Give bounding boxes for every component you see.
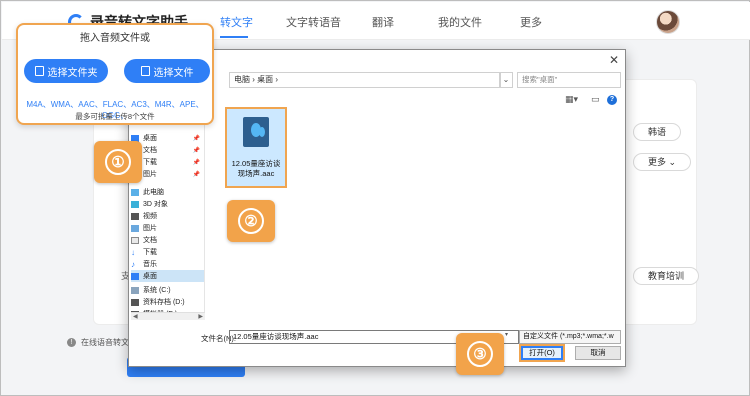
music-icon: ♪ [131, 259, 135, 269]
filename-value: 12.05量座访谈现场声.aac [233, 332, 319, 341]
folder-icon [34, 66, 44, 76]
nav-pane-item[interactable]: 3D 对象 [131, 198, 204, 210]
nav-pane-item[interactable]: 此电脑 [131, 186, 204, 198]
close-icon[interactable]: ✕ [609, 53, 619, 67]
video-icon [131, 212, 139, 220]
pin-icon: 📌 [192, 159, 200, 166]
help-icon[interactable]: ? [607, 95, 617, 105]
audio-file-item[interactable]: 12.05量座访谈现场声.aac [225, 107, 287, 188]
filetype-select[interactable]: 自定义文件 (*.mp3;*.wma;*.w [519, 330, 621, 344]
user-avatar[interactable] [656, 10, 680, 34]
address-path: 电脑 › 桌面 › [234, 75, 278, 84]
info-icon: ! [67, 338, 76, 347]
nav-pane-item-selected[interactable]: 桌面 [131, 270, 204, 282]
computer-icon [131, 188, 139, 196]
3d-object-icon [131, 200, 139, 208]
nav-translate[interactable]: 翻译 [372, 14, 394, 30]
chevron-down-icon[interactable]: ▾ [505, 331, 508, 338]
download-icon: ↓ [131, 247, 135, 257]
nav-more[interactable]: 更多 [520, 14, 542, 30]
nav-pane-item[interactable]: 桌面 📌 [131, 132, 204, 144]
select-file-button[interactable]: 选择文件 [124, 59, 210, 83]
drive-icon [131, 298, 139, 306]
category-education-button[interactable]: 教育培训 [633, 267, 700, 285]
more-languages-button[interactable]: 更多 ⌄ [633, 153, 692, 171]
search-input[interactable]: 搜索"桌面" [517, 72, 621, 88]
step-badge-1: ① [94, 141, 142, 183]
active-tab-indicator [220, 36, 248, 38]
nav-pane-item[interactable]: 系统 (C:) [131, 284, 204, 296]
open-button[interactable]: 打开(O) [519, 344, 565, 362]
nav-pane-item[interactable]: 资料存档 (D:) [131, 296, 204, 308]
upload-limit: 最多可批量上传8个文件 [75, 112, 155, 121]
pin-icon: 📌 [192, 147, 200, 154]
nav-pane-scrollbar[interactable]: ◀ ▶ [131, 312, 205, 320]
file-name-label: 12.05量座访谈现场声.aac [231, 159, 281, 178]
nav-pane-item[interactable]: ♪ 音乐 [131, 258, 204, 270]
select-file-label: 选择文件 [153, 67, 194, 79]
audio-file-icon [243, 117, 269, 147]
nav-text-to-speech[interactable]: 文字转语音 [286, 14, 341, 30]
file-icon [140, 66, 150, 76]
document-icon [131, 236, 139, 244]
refresh-icon[interactable]: ⌄ [499, 72, 513, 88]
more-label: 更多 [648, 157, 667, 167]
pin-icon: 📌 [192, 171, 200, 178]
nav-pane-item[interactable]: 图片 [131, 222, 204, 234]
navigation-pane: 桌面📌 文档📌 ↓下载📌 图片📌 此电脑 3D 对象 视频 图片 文档 ↓下载 … [131, 110, 205, 320]
address-bar[interactable]: 电脑 › 桌面 › [229, 72, 501, 88]
step-badge-3: ③ [456, 333, 504, 375]
nav-my-files[interactable]: 我的文件 [438, 14, 482, 30]
search-placeholder: 搜索"桌面" [522, 75, 558, 84]
nav-pane-item[interactable]: 视频 [131, 210, 204, 222]
desktop-icon [131, 272, 139, 280]
picture-icon [131, 224, 139, 232]
scroll-left-icon[interactable]: ◀ [133, 313, 138, 320]
footer-info: ! 在线语音转文字 [67, 337, 137, 348]
dropzone-title: 拖入音频文件或 [80, 33, 150, 44]
cancel-button[interactable]: 取消 [575, 346, 621, 360]
nav-transcribe[interactable]: 转文字 [220, 14, 253, 30]
select-folder-label: 选择文件夹 [47, 67, 98, 79]
step-badge-2: ② [227, 200, 275, 242]
view-options-icon[interactable]: ▦▾ [565, 94, 578, 105]
select-folder-button[interactable]: 选择文件夹 [24, 59, 108, 83]
preview-pane-icon[interactable]: ▭ [591, 94, 600, 105]
nav-pane-item[interactable]: ↓ 下载 [131, 246, 204, 258]
nav-pane-item[interactable]: 文档 [131, 234, 204, 246]
filetype-value: 自定义文件 (*.mp3;*.wma;*.w [523, 333, 614, 340]
drive-icon [131, 286, 139, 294]
language-korean-button[interactable]: 韩语 [633, 123, 682, 141]
scroll-right-icon[interactable]: ▶ [198, 313, 203, 320]
upload-dropzone[interactable]: 拖入音频文件或 选择文件夹 选择文件 M4A、WMA、AAC、FLAC、AC3、… [16, 23, 214, 125]
pin-icon: 📌 [192, 135, 200, 142]
